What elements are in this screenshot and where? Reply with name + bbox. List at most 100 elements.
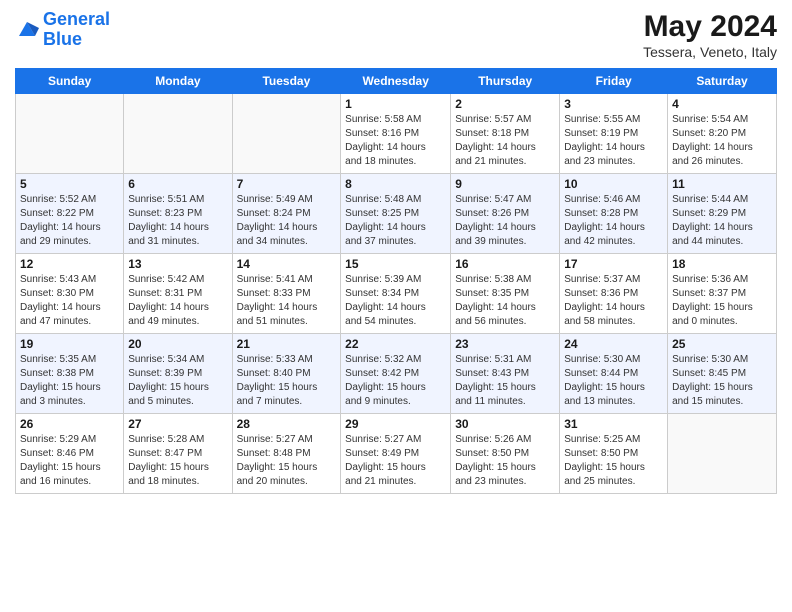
day-number: 5 [20,177,119,191]
calendar-week-row: 19Sunrise: 5:35 AM Sunset: 8:38 PM Dayli… [16,334,777,414]
day-number: 9 [455,177,555,191]
header: General Blue May 2024 Tessera, Veneto, I… [15,10,777,60]
day-number: 3 [564,97,663,111]
day-number: 28 [237,417,337,431]
calendar-week-row: 12 Sunrise: 5:43 AM Sunset: 8:30 PM Dayli… [16,254,777,334]
table-row: 31 Sunrise: 5:25 AM Sunset: 8:50 PM Dayli… [560,414,668,494]
day-number: 25 [672,337,772,351]
day-info: Sunrise: 5:29 AM Sunset: 8:46 PM Dayligh… [20,433,119,489]
day-info: Sunrise: 5:43 AM Sunset: 8:30 PM Dayligh… [20,273,119,329]
table-row: 7 Sunrise: 5:49 AM Sunset: 8:24 PM Daylig… [232,174,341,254]
logo-line2: Blue [43,29,82,49]
col-thursday: Thursday [451,69,560,94]
table-row: 24Sunrise: 5:30 AM Sunset: 8:44 PM Dayli… [560,334,668,414]
day-info: Sunrise: 5:39 AM Sunset: 8:34 PM Dayligh… [345,273,446,329]
table-row [668,414,777,494]
day-info: Sunrise: 5:28 AM Sunset: 8:47 PM Dayligh… [128,433,227,489]
day-number: 2 [455,97,555,111]
day-number: 26 [20,417,119,431]
day-number: 27 [128,417,227,431]
day-info: Sunrise: 5:34 AM Sunset: 8:39 PM Dayligh… [128,353,227,409]
day-number: 30 [455,417,555,431]
table-row [16,94,124,174]
day-info: Sunrise: 5:49 AM Sunset: 8:24 PM Dayligh… [237,193,337,249]
day-info: Sunrise: 5:51 AM Sunset: 8:23 PM Dayligh… [128,193,227,249]
table-row: 25 Sunrise: 5:30 AM Sunset: 8:45 PM Dayli… [668,334,777,414]
day-number: 17 [564,257,663,271]
day-info: Sunrise: 5:32 AM Sunset: 8:42 PM Dayligh… [345,353,446,409]
calendar-week-row: 1 Sunrise: 5:58 AM Sunset: 8:16 PM Daylig… [16,94,777,174]
calendar-header-row: Sunday Monday Tuesday Wednesday Thursday… [16,69,777,94]
table-row: 14Sunrise: 5:41 AM Sunset: 8:33 PM Dayli… [232,254,341,334]
table-row: 26 Sunrise: 5:29 AM Sunset: 8:46 PM Dayli… [16,414,124,494]
table-row: 13Sunrise: 5:42 AM Sunset: 8:31 PM Dayli… [124,254,232,334]
table-row [124,94,232,174]
col-saturday: Saturday [668,69,777,94]
day-number: 31 [564,417,663,431]
day-info: Sunrise: 5:38 AM Sunset: 8:35 PM Dayligh… [455,273,555,329]
month-title: May 2024 [643,10,777,44]
table-row: 29 Sunrise: 5:27 AM Sunset: 8:49 PM Dayli… [341,414,451,494]
calendar-week-row: 26 Sunrise: 5:29 AM Sunset: 8:46 PM Dayli… [16,414,777,494]
calendar-week-row: 5 Sunrise: 5:52 AM Sunset: 8:22 PM Daylig… [16,174,777,254]
table-row: 15 Sunrise: 5:39 AM Sunset: 8:34 PM Dayli… [341,254,451,334]
table-row [232,94,341,174]
day-number: 6 [128,177,227,191]
table-row: 4 Sunrise: 5:54 AM Sunset: 8:20 PM Daylig… [668,94,777,174]
table-row: 23 Sunrise: 5:31 AM Sunset: 8:43 PM Dayli… [451,334,560,414]
calendar: Sunday Monday Tuesday Wednesday Thursday… [15,68,777,494]
day-number: 19 [20,337,119,351]
day-number: 13 [128,257,227,271]
day-number: 15 [345,257,446,271]
day-info: Sunrise: 5:30 AM Sunset: 8:45 PM Dayligh… [672,353,772,409]
day-info: Sunrise: 5:25 AM Sunset: 8:50 PM Dayligh… [564,433,663,489]
day-info: Sunrise: 5:55 AM Sunset: 8:19 PM Dayligh… [564,113,663,169]
day-info: Sunrise: 5:57 AM Sunset: 8:18 PM Dayligh… [455,113,555,169]
day-number: 12 [20,257,119,271]
day-number: 1 [345,97,446,111]
day-number: 23 [455,337,555,351]
day-number: 16 [455,257,555,271]
day-info: Sunrise: 5:58 AM Sunset: 8:16 PM Dayligh… [345,113,446,169]
day-info: Sunrise: 5:37 AM Sunset: 8:36 PM Dayligh… [564,273,663,329]
day-number: 18 [672,257,772,271]
day-number: 24 [564,337,663,351]
day-number: 8 [345,177,446,191]
day-info: Sunrise: 5:54 AM Sunset: 8:20 PM Dayligh… [672,113,772,169]
col-wednesday: Wednesday [341,69,451,94]
table-row: 22Sunrise: 5:32 AM Sunset: 8:42 PM Dayli… [341,334,451,414]
table-row: 18 Sunrise: 5:36 AM Sunset: 8:37 PM Dayli… [668,254,777,334]
logo-text: General Blue [43,10,110,50]
table-row: 20 Sunrise: 5:34 AM Sunset: 8:39 PM Dayli… [124,334,232,414]
day-info: Sunrise: 5:52 AM Sunset: 8:22 PM Dayligh… [20,193,119,249]
col-friday: Friday [560,69,668,94]
table-row: 11 Sunrise: 5:44 AM Sunset: 8:29 PM Dayli… [668,174,777,254]
table-row: 16 Sunrise: 5:38 AM Sunset: 8:35 PM Dayli… [451,254,560,334]
day-number: 29 [345,417,446,431]
day-info: Sunrise: 5:47 AM Sunset: 8:26 PM Dayligh… [455,193,555,249]
day-number: 21 [237,337,337,351]
day-number: 7 [237,177,337,191]
title-block: May 2024 Tessera, Veneto, Italy [643,10,777,60]
table-row: 27 Sunrise: 5:28 AM Sunset: 8:47 PM Dayli… [124,414,232,494]
table-row: 2 Sunrise: 5:57 AM Sunset: 8:18 PM Daylig… [451,94,560,174]
table-row: 6 Sunrise: 5:51 AM Sunset: 8:23 PM Daylig… [124,174,232,254]
logo-icon [15,18,39,42]
col-monday: Monday [124,69,232,94]
logo-line1: General [43,9,110,29]
table-row: 5 Sunrise: 5:52 AM Sunset: 8:22 PM Daylig… [16,174,124,254]
day-number: 20 [128,337,227,351]
day-info: Sunrise: 5:36 AM Sunset: 8:37 PM Dayligh… [672,273,772,329]
table-row: 12 Sunrise: 5:43 AM Sunset: 8:30 PM Dayli… [16,254,124,334]
table-row: 8Sunrise: 5:48 AM Sunset: 8:25 PM Daylig… [341,174,451,254]
day-number: 11 [672,177,772,191]
day-info: Sunrise: 5:26 AM Sunset: 8:50 PM Dayligh… [455,433,555,489]
table-row: 1 Sunrise: 5:58 AM Sunset: 8:16 PM Daylig… [341,94,451,174]
table-row: 28 Sunrise: 5:27 AM Sunset: 8:48 PM Dayli… [232,414,341,494]
day-info: Sunrise: 5:27 AM Sunset: 8:49 PM Dayligh… [345,433,446,489]
col-sunday: Sunday [16,69,124,94]
day-info: Sunrise: 5:27 AM Sunset: 8:48 PM Dayligh… [237,433,337,489]
day-info: Sunrise: 5:31 AM Sunset: 8:43 PM Dayligh… [455,353,555,409]
day-info: Sunrise: 5:44 AM Sunset: 8:29 PM Dayligh… [672,193,772,249]
day-number: 4 [672,97,772,111]
